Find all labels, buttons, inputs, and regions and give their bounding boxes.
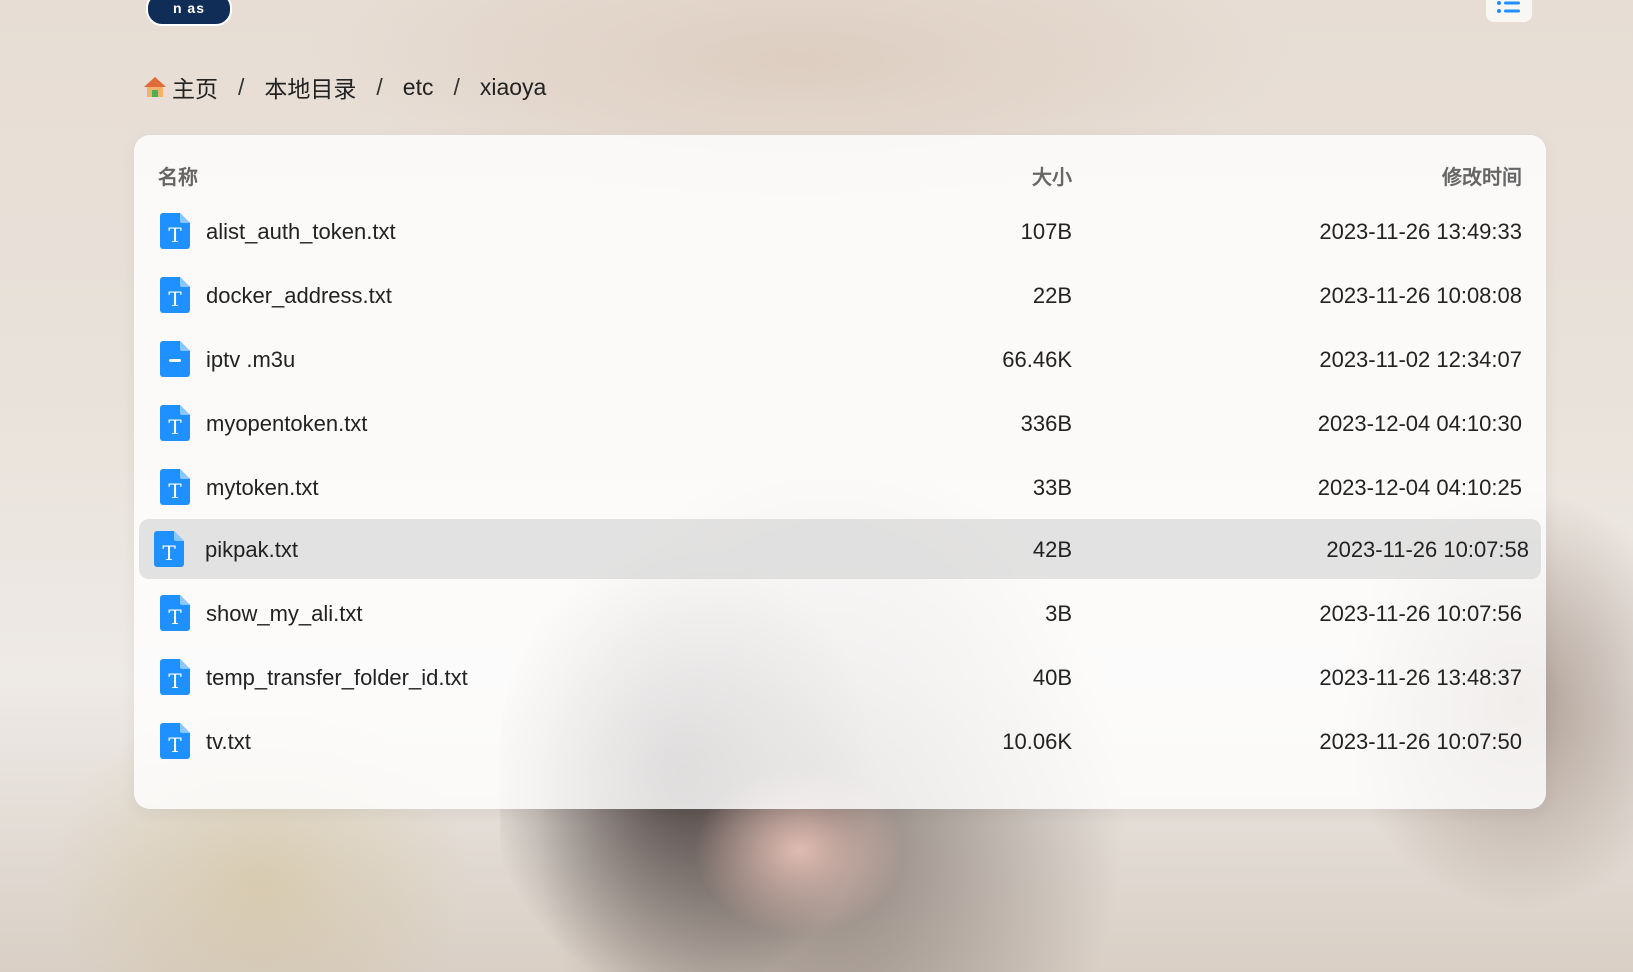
top-bar: n as — [0, 0, 1633, 30]
file-modified: 2023-11-02 12:34:07 — [1319, 347, 1522, 372]
file-row[interactable]: T mytoken.txt 33B 2023-12-04 04:10:25 — [134, 457, 1546, 517]
file-name[interactable]: iptv .m3u — [206, 347, 295, 373]
svg-text:T: T — [168, 479, 182, 503]
file-row[interactable]: T temp_transfer_folder_id.txt 40B 2023-1… — [134, 647, 1546, 707]
file-name[interactable]: show_my_ali.txt — [206, 601, 363, 627]
breadcrumb-xiaoya[interactable]: xiaoya — [480, 74, 546, 101]
file-modified: 2023-12-04 04:10:30 — [1317, 411, 1522, 436]
file-size: 107B — [1020, 219, 1072, 244]
file-size: 336B — [1020, 411, 1072, 436]
file-modified: 2023-11-26 13:48:37 — [1319, 665, 1522, 690]
svg-text:T: T — [162, 541, 176, 565]
file-name[interactable]: pikpak.txt — [205, 537, 298, 563]
file-size: 40B — [1032, 665, 1072, 690]
generic-file-icon — [160, 341, 190, 377]
file-size: 10.06K — [1002, 729, 1072, 754]
file-name[interactable]: myopentoken.txt — [206, 411, 367, 437]
file-modified: 2023-11-26 10:07:58 — [1326, 537, 1529, 562]
file-modified: 2023-11-26 10:07:50 — [1319, 729, 1522, 754]
svg-text:T: T — [168, 223, 182, 247]
file-size: 66.46K — [1002, 347, 1072, 372]
file-modified: 2023-11-26 13:49:33 — [1319, 219, 1522, 244]
breadcrumb-separator: / — [453, 73, 460, 100]
svg-text:T: T — [168, 415, 182, 439]
svg-text:T: T — [168, 669, 182, 693]
file-row[interactable]: T tv.txt 10.06K 2023-11-26 10:07:50 — [134, 711, 1546, 771]
file-row[interactable]: T show_my_ali.txt 3B 2023-11-26 10:07:56 — [134, 583, 1546, 643]
file-list-header: 名称 大小 修改时间 — [134, 135, 1546, 201]
file-modified: 2023-11-26 10:08:08 — [1319, 283, 1522, 308]
breadcrumb-home[interactable]: 主页 — [142, 70, 218, 104]
column-header-name[interactable]: 名称 — [158, 161, 198, 190]
file-name[interactable]: temp_transfer_folder_id.txt — [206, 665, 468, 691]
file-modified: 2023-11-26 10:07:56 — [1319, 601, 1522, 626]
file-size: 3B — [1045, 601, 1072, 626]
file-name[interactable]: alist_auth_token.txt — [206, 219, 396, 245]
text-file-icon: T — [160, 405, 190, 441]
breadcrumb-separator: / — [376, 73, 383, 100]
text-file-icon: T — [160, 659, 190, 695]
breadcrumb-etc[interactable]: etc — [403, 74, 434, 101]
file-name[interactable]: docker_address.txt — [206, 283, 392, 309]
file-list-panel: 名称 大小 修改时间 T alist_auth_token.txt 107B 2… — [134, 135, 1546, 809]
file-size: 33B — [1032, 475, 1072, 500]
file-row-selected[interactable]: T pikpak.txt 42B 2023-11-26 10:07:58 — [139, 519, 1541, 579]
breadcrumb-local-dir[interactable]: 本地目录 — [264, 70, 356, 104]
file-row[interactable]: iptv .m3u 66.46K 2023-11-02 12:34:07 — [134, 329, 1546, 389]
file-row[interactable]: T alist_auth_token.txt 107B 2023-11-26 1… — [134, 201, 1546, 261]
column-header-modified[interactable]: 修改时间 — [1442, 161, 1522, 190]
svg-text:T: T — [168, 733, 182, 757]
breadcrumb: 主页 / 本地目录 / etc / xiaoya — [142, 70, 546, 104]
list-icon — [1497, 1, 1520, 13]
text-file-icon: T — [160, 723, 190, 759]
text-file-icon: T — [160, 595, 190, 631]
file-row[interactable]: T docker_address.txt 22B 2023-11-26 10:0… — [134, 265, 1546, 325]
text-file-icon: T — [160, 469, 190, 505]
list-menu-button[interactable] — [1486, 0, 1532, 22]
site-logo[interactable]: n as — [146, 0, 232, 26]
file-size: 42B — [1032, 537, 1072, 562]
file-modified: 2023-12-04 04:10:25 — [1317, 475, 1522, 500]
breadcrumb-separator: / — [238, 73, 245, 100]
breadcrumb-home-label: 主页 — [172, 76, 218, 102]
file-name[interactable]: tv.txt — [206, 729, 251, 755]
file-name[interactable]: mytoken.txt — [206, 475, 318, 501]
text-file-icon: T — [154, 531, 184, 567]
home-icon — [144, 77, 166, 97]
svg-text:T: T — [168, 605, 182, 629]
column-header-size[interactable]: 大小 — [1032, 161, 1072, 190]
svg-text:T: T — [168, 287, 182, 311]
text-file-icon: T — [160, 213, 190, 249]
file-size: 22B — [1032, 283, 1072, 308]
file-row[interactable]: T myopentoken.txt 336B 2023-12-04 04:10:… — [134, 393, 1546, 453]
text-file-icon: T — [160, 277, 190, 313]
